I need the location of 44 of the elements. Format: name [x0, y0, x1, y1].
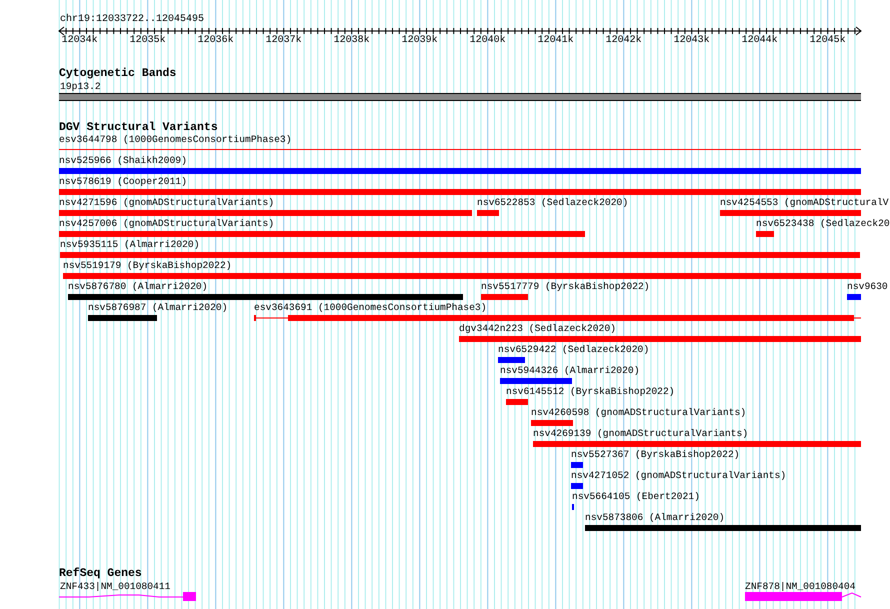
variant-label: nsv5517779 (ByrskaBishop2022) — [481, 281, 650, 292]
tick-label: 12037k — [266, 35, 302, 46]
tick-label: 12039k — [402, 35, 438, 46]
tick-label: 12040k — [470, 35, 506, 46]
variant-label: nsv6522853 (Sedlazeck2020) — [477, 197, 628, 208]
track-title: Cytogenetic Bands — [59, 67, 176, 80]
tick-label: 12035k — [130, 35, 166, 46]
gene-label: ZNF433|NM_001080411 — [60, 581, 170, 592]
variant-label: esv3644798 (1000GenomesConsortiumPhase3) — [59, 134, 292, 145]
variant-label: nsv5876780 (Almarri2020) — [68, 281, 208, 292]
variant-label: nsv9630 — [847, 281, 888, 292]
variant-label: nsv6145512 (ByrskaBishop2022) — [506, 386, 675, 397]
tick-label: 12034k — [62, 35, 98, 46]
track-title: RefSeq Genes — [59, 567, 142, 580]
variant-label: nsv5527367 (ByrskaBishop2022) — [571, 449, 740, 460]
band-label: 19p13.2 — [60, 81, 101, 92]
variant-label: nsv4254553 (gnomADStructuralV — [720, 197, 889, 208]
gene-label: ZNF878|NM_001080404 — [745, 581, 856, 592]
variant-label: nsv5873806 (Almarri2020) — [585, 512, 725, 523]
tick-label: 12044k — [742, 35, 778, 46]
variant-label: nsv4260598 (gnomADStructuralVariants) — [531, 407, 746, 418]
variant-label: nsv5876987 (Almarri2020) — [88, 302, 228, 313]
track-title: DGV Structural Variants — [59, 121, 218, 134]
tick-label: 12042k — [606, 35, 642, 46]
variant-label: nsv5935115 (Almarri2020) — [60, 239, 200, 250]
location-label: chr19:12033722..12045495 — [60, 14, 204, 25]
variant-label: nsv6529422 (Sedlazeck2020) — [498, 344, 650, 355]
variant-label: nsv525966 (Shaikh2009) — [59, 155, 187, 166]
variant-label: dgv3442n223 (Sedlazeck2020) — [459, 323, 616, 334]
variant-label: nsv578619 (Cooper2011) — [59, 176, 187, 187]
variant-label: nsv6523438 (Sedlazeck20 — [756, 218, 890, 229]
variant-label: esv3643691 (1000GenomesConsortiumPhase3) — [254, 302, 487, 313]
tick-label: 12043k — [674, 35, 710, 46]
variant-label: nsv4257006 (gnomADStructuralVariants) — [59, 218, 274, 229]
tick-label: 12045k — [810, 35, 846, 46]
variant-label: nsv4269139 (gnomADStructuralVariants) — [533, 428, 748, 439]
variant-label: nsv5944326 (Almarri2020) — [500, 365, 640, 376]
tick-label: 12038k — [334, 35, 370, 46]
variant-label: nsv4271052 (gnomADStructuralVariants) — [571, 470, 786, 481]
tick-label: 12041k — [538, 35, 574, 46]
variant-label: nsv4271596 (gnomADStructuralVariants) — [59, 197, 274, 208]
tick-label: 12036k — [198, 35, 234, 46]
variant-label: nsv5664105 (Ebert2021) — [572, 491, 700, 502]
variant-label: nsv5519179 (ByrskaBishop2022) — [63, 260, 232, 271]
